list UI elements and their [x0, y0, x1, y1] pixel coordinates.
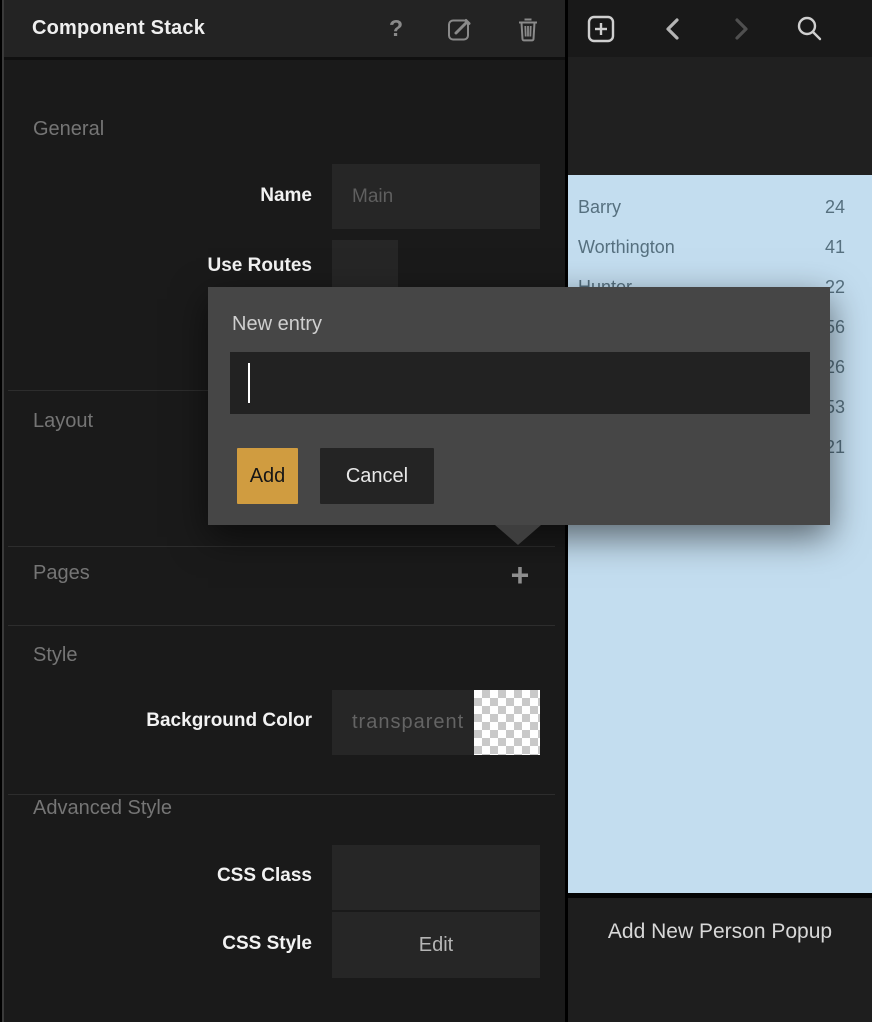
person-value: 41 [825, 237, 845, 258]
css-style-edit-button[interactable]: Edit [332, 912, 540, 978]
help-icon[interactable]: ? [378, 0, 414, 57]
add-component-icon[interactable] [582, 10, 620, 48]
use-routes-label: Use Routes [10, 255, 312, 277]
list-item[interactable]: Barry 24 [568, 187, 872, 227]
new-entry-popover: New entry Add Cancel [208, 287, 830, 525]
list-item[interactable]: Worthington 41 [568, 227, 872, 267]
person-value: 24 [825, 197, 845, 218]
trash-icon[interactable] [510, 0, 546, 57]
divider [8, 625, 555, 626]
new-entry-input[interactable] [230, 352, 810, 414]
search-icon-glyph [794, 14, 824, 44]
person-name: Worthington [578, 237, 675, 258]
chevron-left-icon [662, 16, 684, 42]
transparency-swatch[interactable] [474, 690, 540, 755]
name-input[interactable] [332, 164, 540, 229]
chevron-right-icon [730, 16, 752, 42]
search-icon[interactable] [790, 10, 828, 48]
panel-title: Component Stack [32, 0, 205, 57]
css-style-label: CSS Style [10, 933, 312, 955]
divider [8, 546, 555, 547]
section-general-label: General [33, 118, 104, 141]
background-color-label: Background Color [10, 710, 312, 732]
new-entry-title: New entry [232, 313, 322, 336]
plus-square-icon [586, 14, 616, 44]
popup-component-strip[interactable]: Add New Person Popup [568, 898, 872, 1022]
css-class-input[interactable] [332, 845, 540, 910]
person-name: Barry [578, 197, 621, 218]
text-cursor [248, 363, 250, 403]
back-icon[interactable] [654, 10, 692, 48]
css-class-label: CSS Class [10, 865, 312, 887]
name-label: Name [10, 185, 312, 207]
edit-icon[interactable] [442, 0, 478, 57]
popover-pointer [495, 525, 541, 545]
divider [8, 794, 555, 795]
section-pages-label: Pages [33, 562, 90, 585]
section-style-label: Style [33, 644, 77, 667]
forward-icon[interactable] [722, 10, 760, 48]
trash-icon-glyph [516, 16, 540, 42]
section-advanced-style-label: Advanced Style [33, 797, 172, 820]
edit-icon-glyph [447, 16, 473, 42]
inspector-header: Component Stack ? [0, 0, 565, 60]
section-layout-label: Layout [33, 410, 93, 433]
popup-component-label: Add New Person Popup [568, 920, 872, 944]
background-color-value: transparent [352, 690, 474, 755]
preview-toolbar [568, 0, 872, 57]
cancel-button[interactable]: Cancel [320, 448, 434, 504]
add-button[interactable]: Add [237, 448, 298, 504]
panel-left-edge-line [2, 0, 4, 1022]
person-list: Barry 24 Worthington 41 Hunter 22 56 26 … [568, 175, 872, 893]
add-page-icon[interactable]: + [502, 552, 538, 598]
